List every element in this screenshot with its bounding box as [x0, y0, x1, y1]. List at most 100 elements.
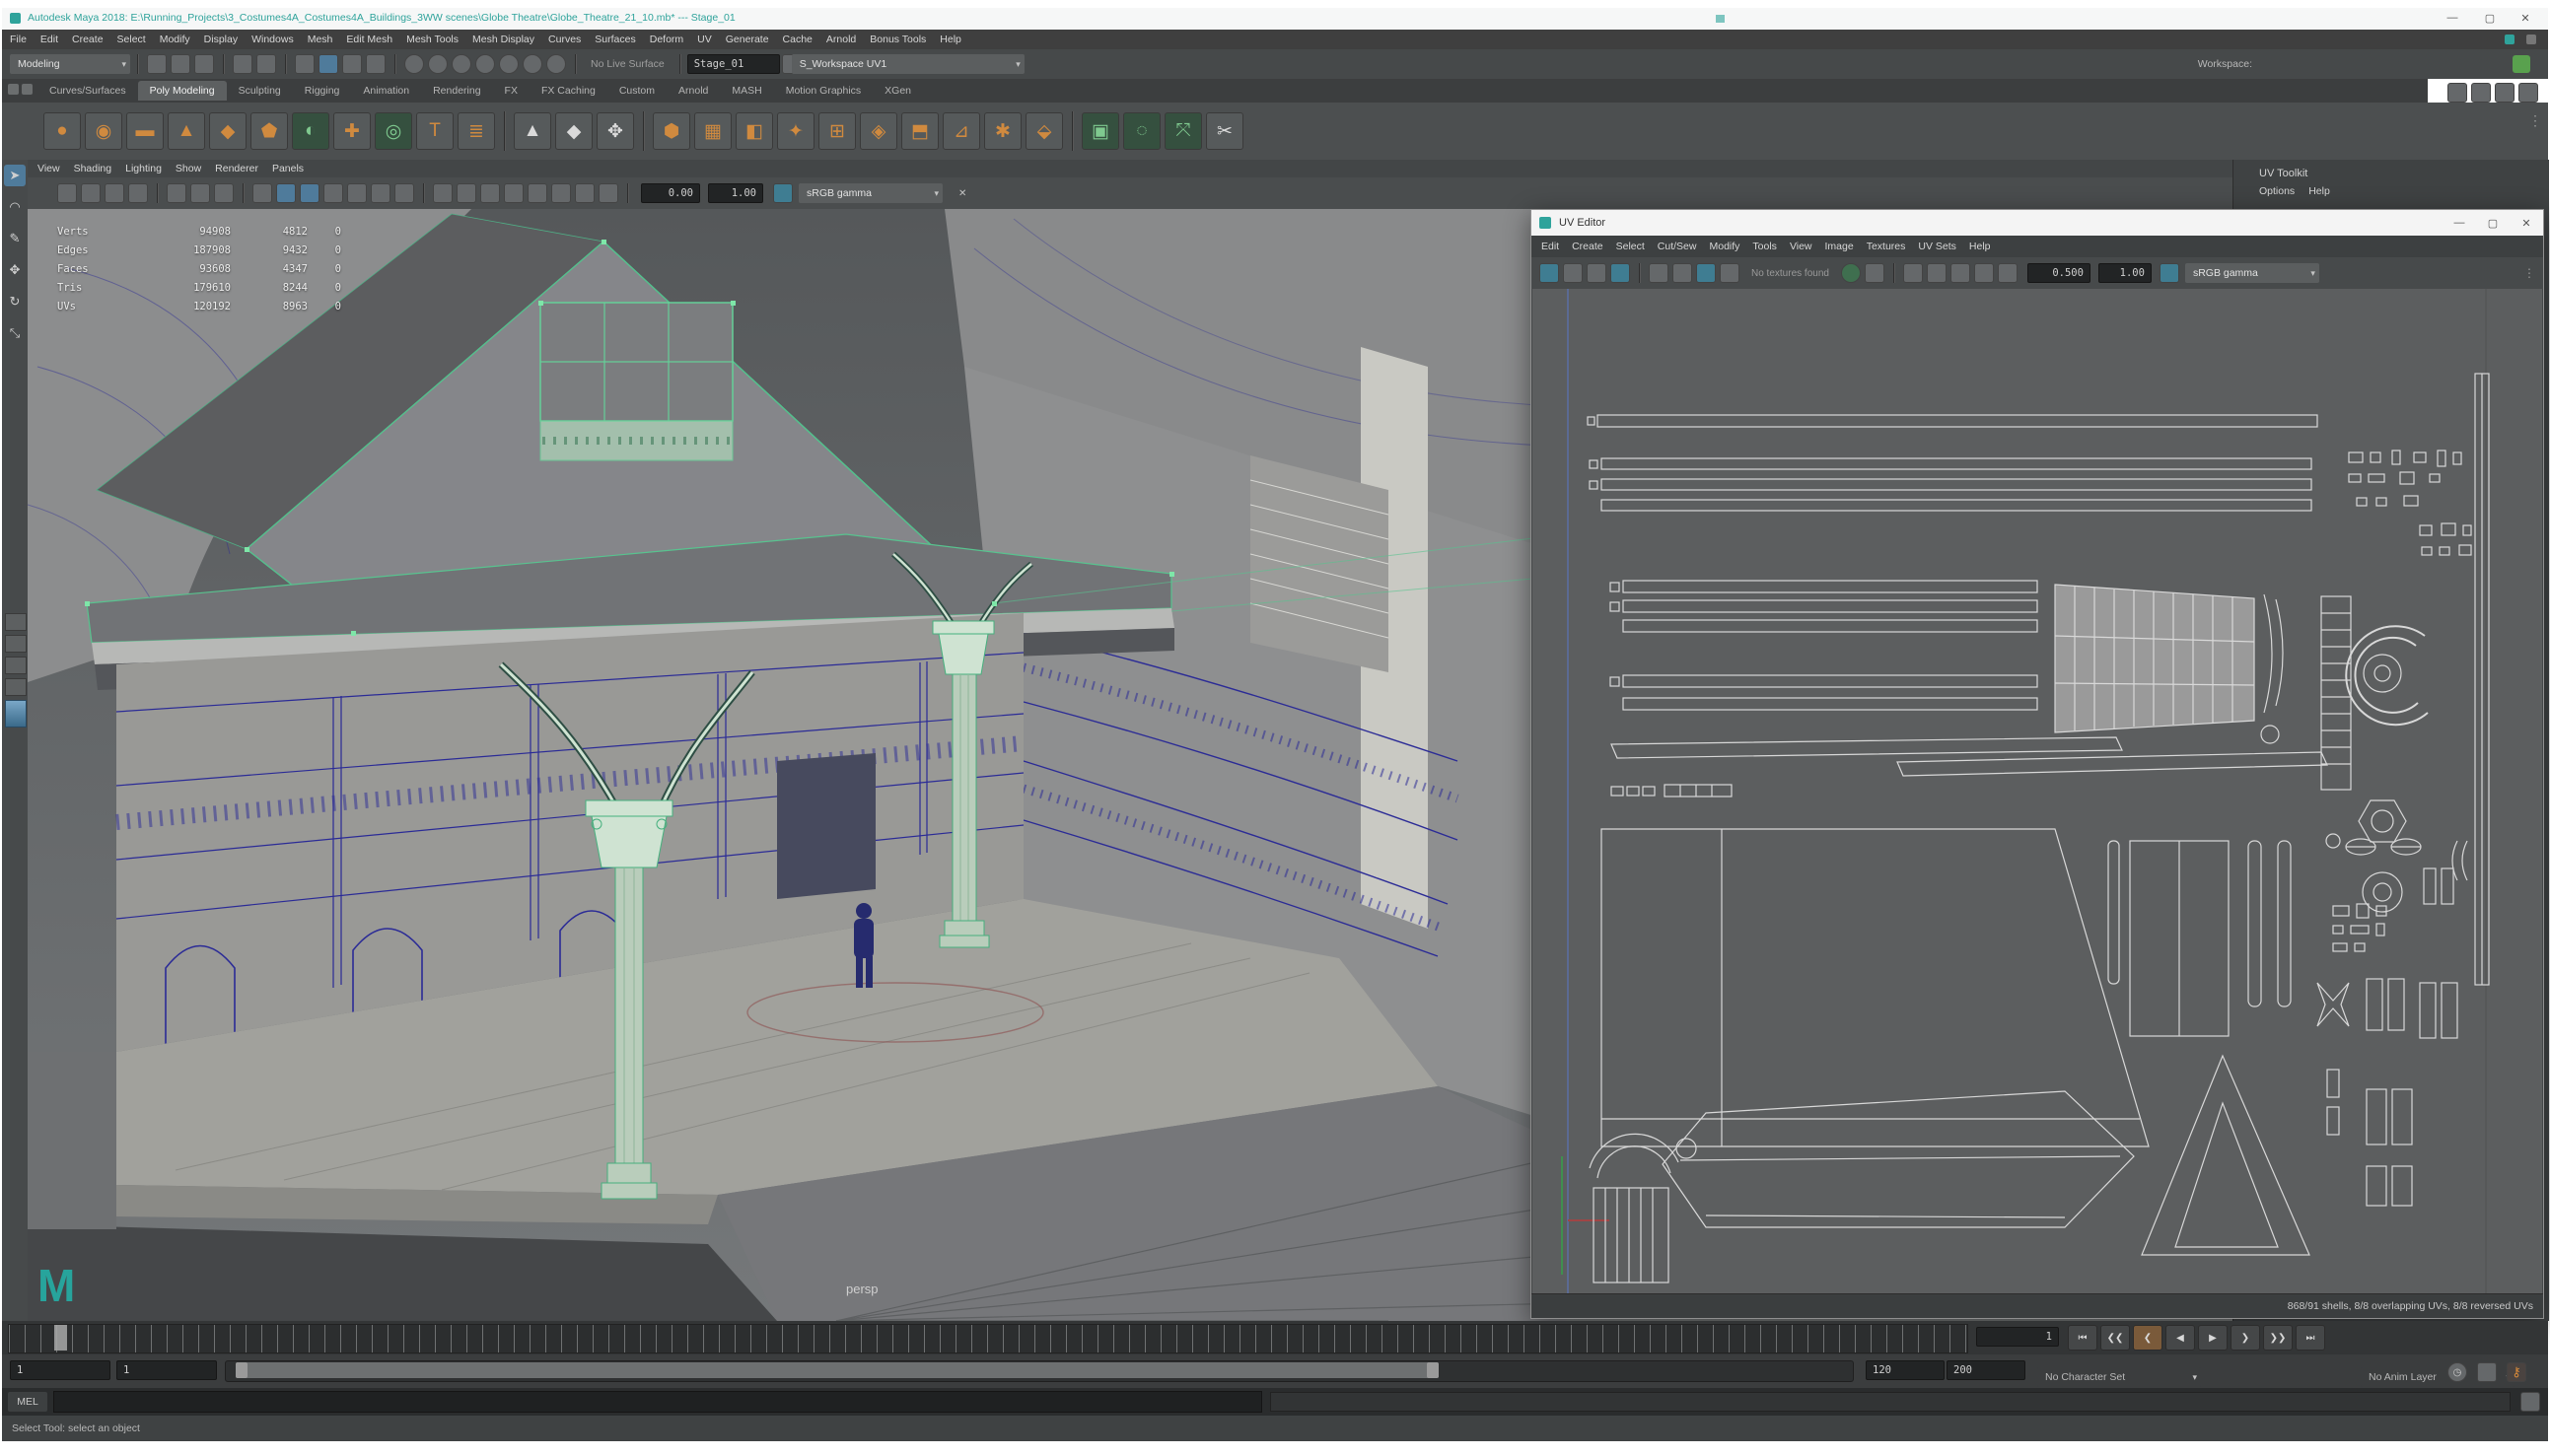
current-frame-field[interactable]: 1 — [1976, 1327, 2059, 1347]
uv-tb-image-icon[interactable] — [1840, 263, 1861, 283]
workspace-dropdown[interactable]: S_Workspace UV1 — [791, 54, 1025, 74]
uv-tb-align-icon[interactable] — [1997, 263, 2018, 283]
uv-tb-checker-icon[interactable] — [1696, 263, 1716, 283]
vp-select-camera-icon[interactable] — [57, 183, 77, 203]
open-scene-icon[interactable] — [171, 54, 190, 74]
shelf-tab-mash[interactable]: MASH — [720, 81, 773, 101]
animation-start-field[interactable]: 1 — [10, 1360, 110, 1380]
playback-options-icon[interactable]: ◷ — [2447, 1362, 2467, 1382]
uv-cut-icon[interactable]: ✂ — [1206, 112, 1243, 150]
new-scene-icon[interactable] — [147, 54, 167, 74]
bridge-icon[interactable]: ⬒ — [901, 112, 939, 150]
modeling-toolkit-toggle-icon[interactable] — [2447, 83, 2467, 103]
step-back-key-button[interactable]: ❮ — [2133, 1325, 2162, 1351]
redo-icon[interactable] — [256, 54, 276, 74]
menubar-teal-icon[interactable] — [2505, 35, 2515, 44]
range-handle-right[interactable] — [1427, 1362, 1439, 1378]
snap-plane-icon[interactable] — [366, 54, 386, 74]
shelf-tab-animation[interactable]: Animation — [351, 81, 421, 101]
undo-icon[interactable] — [233, 54, 252, 74]
layout-current-button[interactable] — [5, 700, 27, 728]
lasso-tool-icon[interactable]: ◠ — [4, 196, 26, 218]
vp-view-transform-icon[interactable] — [773, 183, 793, 203]
go-to-start-button[interactable]: ⏮ — [2068, 1325, 2097, 1351]
uv-menu-view[interactable]: View — [1790, 241, 1812, 252]
uv-editor-titlebar[interactable]: UV Editor — ▢ ✕ — [1531, 210, 2543, 236]
vp-wireframe-icon[interactable] — [252, 183, 272, 203]
menu-help[interactable]: Help — [940, 34, 961, 45]
menu-windows[interactable]: Windows — [251, 34, 294, 45]
poly-sphere-icon[interactable]: ● — [43, 112, 81, 150]
scale-tool-icon[interactable]: ⤡ — [4, 322, 26, 344]
separate-icon[interactable]: ▦ — [694, 112, 732, 150]
menubar-options-icon[interactable] — [2526, 35, 2536, 44]
uv-tb-shade-icon[interactable] — [1720, 263, 1739, 283]
cone-tool-icon[interactable]: ▲ — [514, 112, 551, 150]
vp-resolution-gate-icon[interactable] — [551, 183, 571, 203]
vp-xray-icon[interactable] — [457, 183, 476, 203]
uv-dim-image-field[interactable]: 0.500 — [2026, 263, 2090, 283]
shelf-tab-rigging[interactable]: Rigging — [293, 81, 352, 101]
vp-gamma-field[interactable]: 1.00 — [708, 183, 763, 203]
menu-deform[interactable]: Deform — [650, 34, 683, 45]
menu-display[interactable]: Display — [204, 34, 238, 45]
vp-camera-attrs-icon[interactable] — [105, 183, 124, 203]
snap-curve-icon[interactable] — [319, 54, 338, 74]
step-back-frame-button[interactable]: ❮❮ — [2100, 1325, 2130, 1351]
vp-oversca-icon[interactable] — [214, 183, 234, 203]
shelf-tab-poly-modeling[interactable]: Poly Modeling — [137, 81, 227, 101]
snap-grid-icon[interactable] — [295, 54, 315, 74]
uv-menu-image[interactable]: Image — [1825, 241, 1854, 252]
vp-shadows-icon[interactable] — [347, 183, 367, 203]
shelf-gear-icon[interactable] — [22, 84, 33, 95]
smooth-icon[interactable]: ◧ — [736, 112, 773, 150]
current-time-marker[interactable] — [54, 1325, 67, 1351]
go-to-end-button[interactable]: ⏭ — [2296, 1325, 2325, 1351]
layout-persp-uv-button[interactable] — [5, 678, 27, 696]
poly-svg-icon[interactable]: ≣ — [458, 112, 495, 150]
uv-menu-tools[interactable]: Tools — [1752, 241, 1777, 252]
uv-tb-unfold-icon[interactable] — [1949, 263, 1970, 283]
menu-mesh[interactable]: Mesh — [308, 34, 333, 45]
close-button[interactable]: ✕ — [2509, 12, 2542, 25]
uv-menu-uv-sets[interactable]: UV Sets — [1918, 241, 1956, 252]
uv-tb-tile-icon[interactable] — [1610, 263, 1630, 283]
vp-joints-xray-icon[interactable] — [480, 183, 500, 203]
menu-bonus-tools[interactable]: Bonus Tools — [870, 34, 926, 45]
rotate-tool-icon[interactable]: ↻ — [4, 291, 26, 312]
poly-type-icon[interactable]: T — [416, 112, 454, 150]
select-vertex-icon[interactable] — [475, 54, 495, 74]
paint-select-tool-icon[interactable]: ✎ — [4, 228, 26, 249]
select-edge-icon[interactable] — [499, 54, 519, 74]
uv-tb-snap-icon[interactable] — [1563, 263, 1583, 283]
character-set-dropdown[interactable]: No Character Set — [2037, 1367, 2201, 1387]
poly-cylinder-icon[interactable]: ▬ — [126, 112, 164, 150]
scene-name-field[interactable]: Stage_01 — [686, 54, 780, 74]
command-line-input[interactable] — [53, 1391, 1262, 1413]
vp-safe-action-icon[interactable] — [599, 183, 618, 203]
poly-torus-icon[interactable]: ◆ — [209, 112, 247, 150]
menu-curves[interactable]: Curves — [548, 34, 581, 45]
vp-lights-icon[interactable] — [323, 183, 343, 203]
uv-tb-sew-icon[interactable] — [1926, 263, 1947, 283]
layout-persp-outliner-button[interactable] — [5, 657, 27, 674]
shelf-tab-xgen[interactable]: XGen — [873, 81, 923, 101]
bevel-icon[interactable]: ◈ — [860, 112, 897, 150]
menu-edit[interactable]: Edit — [40, 34, 58, 45]
humanik-toggle-icon[interactable] — [2471, 83, 2491, 103]
menu-create[interactable]: Create — [72, 34, 104, 45]
shelf-tab-rendering[interactable]: Rendering — [421, 81, 492, 101]
uv-view-transform-icon[interactable] — [2159, 263, 2179, 283]
menu-modify[interactable]: Modify — [160, 34, 190, 45]
uv-toolkit-help-menu[interactable]: Help — [2308, 185, 2330, 197]
uv-toolkit-options-menu[interactable]: Options — [2259, 185, 2295, 197]
menu-edit-mesh[interactable]: Edit Mesh — [346, 34, 392, 45]
vp-view-transform-dropdown[interactable]: sRGB gamma — [799, 183, 943, 203]
menu-surfaces[interactable]: Surfaces — [595, 34, 635, 45]
uv-menu-modify[interactable]: Modify — [1709, 241, 1739, 252]
shelf-tab-custom[interactable]: Custom — [607, 81, 667, 101]
uv-menu-select[interactable]: Select — [1616, 241, 1645, 252]
panel-menu-renderer[interactable]: Renderer — [215, 163, 258, 174]
step-forward-frame-button[interactable]: ❯❯ — [2263, 1325, 2293, 1351]
menu-arnold[interactable]: Arnold — [826, 34, 856, 45]
